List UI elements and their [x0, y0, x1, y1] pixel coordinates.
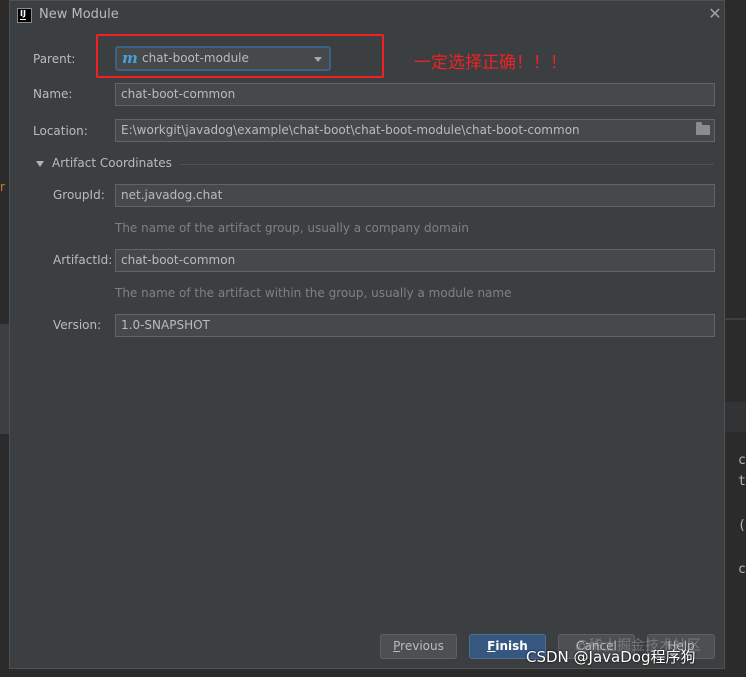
- version-label: Version:: [53, 318, 102, 332]
- name-label: Name:: [33, 87, 73, 101]
- close-icon[interactable]: ✕: [706, 5, 724, 23]
- artifact-coordinates-toggle[interactable]: Artifact Coordinates: [36, 156, 172, 170]
- title-bar: IJ New Module ✕: [10, 1, 724, 31]
- watermark-csdn: CSDN @JavaDog程序狗: [526, 648, 696, 666]
- ide-background-left: r: [0, 0, 9, 677]
- previous-button[interactable]: Previous: [380, 634, 457, 659]
- ide-background-right: c t ( c: [725, 0, 746, 677]
- parent-label: Parent:: [33, 52, 76, 66]
- groupid-field[interactable]: net.javadog.chat: [115, 184, 715, 207]
- intellij-icon: IJ: [17, 8, 32, 23]
- version-field[interactable]: 1.0-SNAPSHOT: [115, 314, 715, 337]
- ide-panel-strip: [725, 402, 746, 432]
- folder-icon[interactable]: [696, 122, 710, 135]
- name-field[interactable]: chat-boot-common: [115, 83, 715, 106]
- artifactid-label: ArtifactId:: [53, 253, 113, 267]
- annotation-text: 一定选择正确！！！: [414, 53, 567, 73]
- new-module-dialog: IJ New Module ✕ Parent: m chat-boot-modu…: [9, 0, 725, 669]
- groupid-label: GroupId:: [53, 188, 105, 202]
- location-value: E:\workgit\javadog\example\chat-boot\cha…: [121, 123, 580, 137]
- ide-code-char: c: [738, 453, 746, 468]
- triangle-down-icon: [36, 160, 44, 167]
- ide-panel-strip: [0, 324, 9, 434]
- previous-label: revious: [400, 639, 444, 653]
- finish-label: inish: [495, 639, 528, 653]
- dialog-title: New Module: [39, 7, 119, 22]
- ide-code-char: c: [738, 562, 746, 577]
- artifactid-hint: The name of the artifact within the grou…: [115, 286, 512, 300]
- ide-code-char: t: [738, 474, 746, 489]
- ide-divider: [725, 318, 746, 320]
- ide-code-char: (: [738, 518, 746, 533]
- location-field[interactable]: E:\workgit\javadog\example\chat-boot\cha…: [115, 119, 715, 142]
- artifactid-field[interactable]: chat-boot-common: [115, 249, 715, 272]
- ide-bracket-mark: r: [0, 180, 5, 194]
- section-divider: [180, 164, 714, 165]
- highlight-box: [96, 34, 384, 78]
- section-title: Artifact Coordinates: [52, 156, 172, 170]
- location-label: Location:: [33, 124, 88, 138]
- groupid-hint: The name of the artifact group, usually …: [115, 221, 469, 235]
